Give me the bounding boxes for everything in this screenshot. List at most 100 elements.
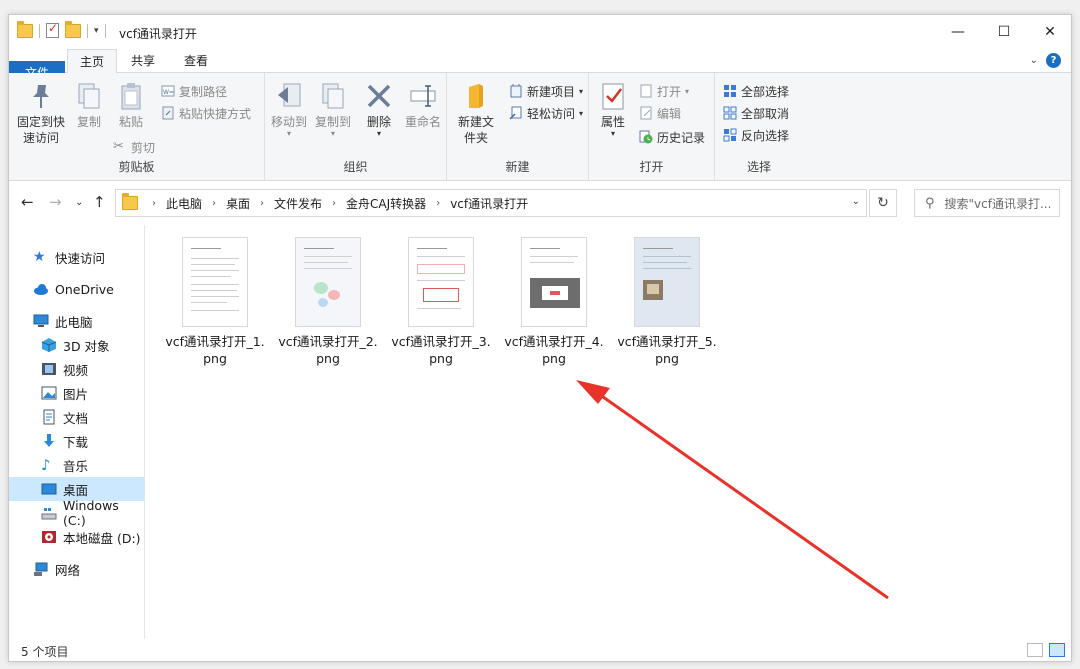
- history-button[interactable]: 历史记录: [639, 127, 705, 147]
- file-thumbnail: [521, 237, 587, 327]
- nav-windows-c[interactable]: Windows (C:): [9, 498, 145, 528]
- file-name: vcf通讯录打开_4.png: [504, 334, 604, 366]
- download-icon: [41, 433, 57, 449]
- move-to-icon: [274, 81, 304, 111]
- cut-button[interactable]: ✂ 剪切: [113, 137, 155, 157]
- file-item[interactable]: vcf通讯录打开_5.png: [617, 237, 717, 367]
- breadcrumb-converter[interactable]: 金舟CAJ转换器: [342, 195, 430, 212]
- nav-3d-objects[interactable]: 3D 对象: [9, 333, 145, 357]
- edit-button[interactable]: 编辑: [639, 103, 681, 123]
- nav-this-pc[interactable]: 此电脑: [9, 309, 145, 333]
- search-input[interactable]: ⚲ 搜索"vcf通讯录打...: [914, 189, 1060, 217]
- breadcrumb-separator-icon[interactable]: ›: [206, 198, 222, 209]
- clipboard-group-label: 剪贴板: [118, 160, 155, 174]
- details-view-icon[interactable]: [1027, 643, 1043, 657]
- nav-label: 快速访问: [55, 250, 106, 266]
- breadcrumb-current-folder[interactable]: vcf通讯录打开: [446, 195, 532, 212]
- pin-quick-access-button[interactable]: 固定到快速访问: [15, 81, 67, 146]
- file-item[interactable]: vcf通讯录打开_1.png: [165, 237, 265, 367]
- chevron-down-icon: ▾: [579, 108, 584, 118]
- breadcrumb-desktop[interactable]: 桌面: [222, 195, 254, 212]
- nav-label: 图片: [63, 386, 89, 402]
- up-arrow-icon[interactable]: ↑: [93, 193, 106, 211]
- large-icons-view-icon[interactable]: [1049, 643, 1065, 657]
- new-item-label: 新建项目: [527, 84, 576, 99]
- file-thumbnail: [634, 237, 700, 327]
- nav-videos[interactable]: 视频: [9, 357, 145, 381]
- file-name: vcf通讯录打开_1.png: [165, 334, 265, 366]
- file-thumbnail: [295, 237, 361, 327]
- maximize-button[interactable]: ☐: [981, 15, 1027, 49]
- nav-pictures[interactable]: 图片: [9, 381, 145, 405]
- search-placeholder: 搜索"vcf通讯录打...: [944, 196, 1052, 211]
- new-item-button[interactable]: 新建项目 ▾: [509, 81, 583, 101]
- paste-label: 粘贴: [118, 115, 143, 129]
- minimize-button[interactable]: —: [935, 15, 981, 49]
- copy-button[interactable]: 复制: [71, 81, 107, 130]
- breadcrumb-separator-icon[interactable]: ›: [254, 198, 270, 209]
- tab-view[interactable]: 查看: [172, 49, 220, 73]
- nav-local-d[interactable]: 本地磁盘 (D:): [9, 525, 145, 549]
- invert-selection-button[interactable]: 反向选择: [723, 125, 789, 145]
- select-all-button[interactable]: 全部选择: [723, 81, 789, 101]
- select-none-button[interactable]: 全部取消: [723, 103, 789, 123]
- back-arrow-icon[interactable]: ←: [21, 193, 34, 211]
- nav-onedrive[interactable]: OneDrive: [9, 277, 145, 301]
- tab-share[interactable]: 共享: [119, 49, 167, 73]
- refresh-button[interactable]: ↻: [869, 189, 897, 217]
- nav-label: Windows (C:): [63, 498, 119, 528]
- open-button[interactable]: 打开 ▾: [639, 81, 689, 101]
- rename-icon: [408, 81, 438, 111]
- nav-documents[interactable]: 文档: [9, 405, 145, 429]
- navigation-bar: ← → ⌄ ↑ › 此电脑 › 桌面 › 文件发布 › 金舟CAJ转换器 › v…: [9, 187, 1071, 219]
- tab-home[interactable]: 主页: [67, 49, 118, 74]
- copy-path-button[interactable]: W= 复制路径: [161, 81, 227, 101]
- rename-button[interactable]: 重命名: [403, 81, 443, 130]
- desktop-icon: [41, 481, 57, 497]
- recent-locations-icon[interactable]: ⌄: [75, 197, 83, 208]
- music-note-icon: ♪: [41, 456, 51, 474]
- invert-selection-icon: [723, 128, 737, 142]
- properties-button[interactable]: 属性 ▾: [595, 81, 631, 138]
- delete-button[interactable]: 删除 ▾: [363, 81, 395, 138]
- nav-downloads[interactable]: 下载: [9, 429, 145, 453]
- address-bar[interactable]: › 此电脑 › 桌面 › 文件发布 › 金舟CAJ转换器 › vcf通讯录打开 …: [115, 189, 867, 217]
- select-all-label: 全部选择: [741, 84, 790, 99]
- select-all-icon: [723, 84, 737, 98]
- open-icon: [639, 84, 653, 98]
- new-folder-button[interactable]: 新建文件夹: [451, 81, 501, 146]
- expand-ribbon-icon[interactable]: ⌄: [1030, 55, 1038, 66]
- paste-shortcut-button[interactable]: 粘贴快捷方式: [161, 103, 251, 123]
- rename-label: 重命名: [404, 115, 441, 129]
- select-none-icon: [723, 106, 737, 120]
- chevron-down-icon: ▾: [685, 86, 690, 96]
- forward-arrow-icon[interactable]: →: [49, 193, 62, 211]
- nav-quick-access[interactable]: ★ 快速访问: [9, 245, 145, 269]
- copy-to-button[interactable]: 复制到 ▾: [313, 81, 353, 138]
- properties-quick-icon[interactable]: [46, 21, 59, 38]
- pin-label: 固定到快速访问: [16, 115, 65, 145]
- nav-network[interactable]: 网络: [9, 557, 145, 581]
- help-icon[interactable]: ?: [1046, 53, 1061, 68]
- file-item[interactable]: vcf通讯录打开_3.png: [391, 237, 491, 367]
- move-to-button[interactable]: 移动到 ▾: [269, 81, 309, 138]
- address-dropdown-icon[interactable]: ⌄: [852, 196, 860, 207]
- easy-access-button[interactable]: 轻松访问 ▾: [509, 103, 583, 123]
- file-item[interactable]: vcf通讯录打开_4.png: [504, 237, 604, 367]
- close-button[interactable]: ✕: [1027, 15, 1071, 49]
- document-icon: [41, 409, 57, 425]
- new-group: 新建文件夹 新建项目 ▾ 轻松访问 ▾ 新建: [447, 73, 589, 181]
- paste-button[interactable]: 粘贴: [113, 81, 149, 130]
- chevron-down-icon: ▾: [579, 86, 584, 96]
- computer-icon: [33, 313, 49, 329]
- network-icon: [33, 561, 49, 577]
- breadcrumb-file-publish[interactable]: 文件发布: [270, 195, 326, 212]
- breadcrumb-this-pc[interactable]: 此电脑: [162, 195, 206, 212]
- nav-music[interactable]: ♪ 音乐: [9, 453, 145, 477]
- file-item[interactable]: vcf通讯录打开_2.png: [278, 237, 378, 367]
- breadcrumb-separator-icon[interactable]: ›: [326, 198, 342, 209]
- customize-toolbar-icon[interactable]: ▾: [94, 26, 99, 36]
- move-to-label: 移动到: [270, 115, 307, 129]
- breadcrumb-separator-icon[interactable]: ›: [430, 198, 446, 209]
- new-folder-quick-icon[interactable]: [65, 20, 81, 38]
